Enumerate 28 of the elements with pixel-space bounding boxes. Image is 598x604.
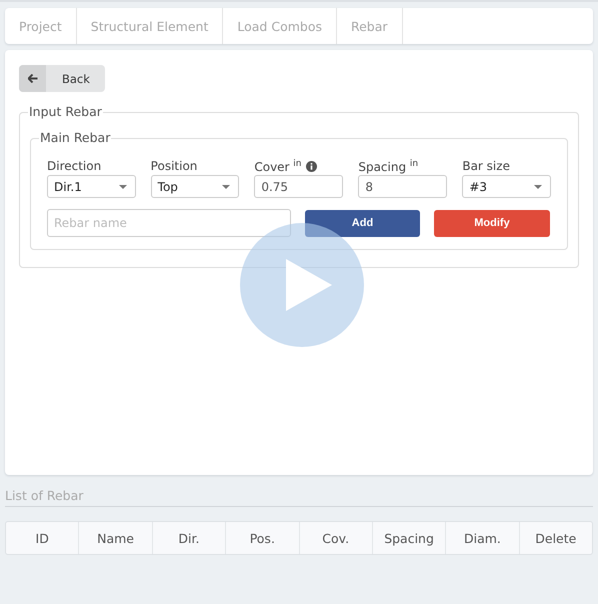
caret-icon	[534, 184, 542, 188]
field-label: Direction	[47, 159, 102, 173]
column-header: Delete	[534, 530, 578, 548]
field-label: Bar size	[462, 159, 510, 173]
back-button[interactable]: Back	[19, 65, 105, 92]
group-legend: Input Rebar	[28, 104, 103, 120]
column-header: Name	[79, 522, 153, 554]
column-header: Dir.	[152, 522, 226, 554]
rebar-name-field[interactable]: Rebar name	[47, 209, 291, 237]
input-field[interactable]: 0.75	[254, 175, 344, 198]
dropdown[interactable]: Dir.1	[47, 175, 136, 198]
input-field[interactable]: 8	[358, 175, 448, 198]
field-label: Position	[150, 159, 198, 173]
dropdown[interactable]: #3	[462, 175, 552, 198]
caret-icon	[118, 184, 127, 188]
add-button[interactable]: Add	[305, 210, 420, 236]
dropdown[interactable]: Top	[150, 175, 240, 198]
field-label: Spacing $^{in}$	[358, 158, 418, 174]
field-label: Cover $^{in}$	[254, 158, 302, 174]
section-title: List of Rebar	[5, 488, 593, 507]
column-header: Pos.	[226, 522, 300, 554]
caret-icon	[222, 184, 230, 188]
column-header: Diam.	[446, 522, 520, 554]
arrow-left-icon	[28, 74, 38, 83]
column-header: Cov.	[300, 522, 373, 554]
modify-button[interactable]: Modify	[434, 210, 550, 236]
column-header: Spacing	[372, 522, 446, 554]
column-header: ID	[6, 522, 80, 554]
